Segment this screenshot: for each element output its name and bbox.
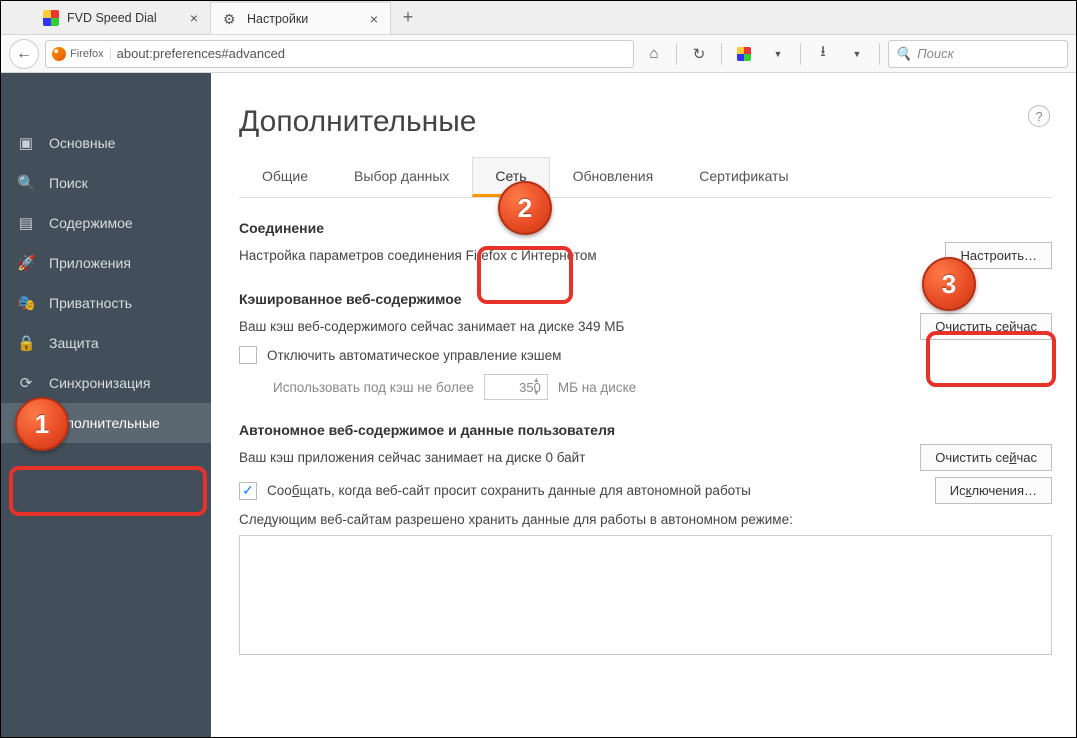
subtab-certificates[interactable]: Сертификаты bbox=[676, 157, 811, 197]
search-icon: 🔍 bbox=[895, 46, 911, 62]
help-button[interactable]: ? bbox=[1028, 105, 1050, 127]
body: ▣ Основные 🔍 Поиск ▤ Содержимое 🚀 Прилож… bbox=[1, 73, 1076, 737]
downloads-button[interactable]: ⭳ bbox=[809, 40, 837, 68]
fvd-favicon-icon bbox=[43, 10, 59, 26]
url-text: about:preferences#advanced bbox=[117, 46, 285, 61]
cache-desc: Ваш кэш веб-содержимого сейчас занимает … bbox=[239, 319, 624, 334]
sidebar-label: Основные bbox=[49, 135, 115, 151]
content-icon: ▤ bbox=[17, 214, 35, 232]
cache-limit-prefix: Использовать под кэш не более bbox=[273, 380, 474, 395]
section-offline: Автономное веб-содержимое и данные польз… bbox=[239, 422, 1052, 655]
back-button[interactable]: ← bbox=[9, 39, 39, 69]
new-tab-button[interactable]: + bbox=[391, 1, 425, 34]
firefox-icon bbox=[52, 47, 66, 61]
subtab-general[interactable]: Общие bbox=[239, 157, 331, 197]
offline-exceptions-button[interactable]: Исключения… bbox=[935, 477, 1052, 504]
notify-offline-checkbox[interactable] bbox=[239, 482, 257, 500]
offline-allowed-label: Следующим веб-сайтам разрешено хранить д… bbox=[239, 512, 1052, 527]
clear-cache-button[interactable]: Очистить сейчас bbox=[920, 313, 1052, 340]
connection-settings-button[interactable]: Настроить… bbox=[945, 242, 1052, 269]
toolbar: ← Firefox about:preferences#advanced ⌂ ↻… bbox=[1, 35, 1076, 73]
cache-limit-input[interactable]: 350 ▲▼ bbox=[484, 374, 548, 400]
sidebar-label: Защита bbox=[49, 335, 99, 351]
flask-icon: ⚗ bbox=[17, 414, 35, 432]
browser-window: FVD Speed Dial × ⚙ Настройки × + ← Firef… bbox=[0, 0, 1077, 738]
identity-badge: Firefox bbox=[52, 47, 111, 61]
reload-button[interactable]: ↻ bbox=[685, 40, 713, 68]
offline-desc: Ваш кэш приложения сейчас занимает на ди… bbox=[239, 450, 585, 465]
section-cache: Кэшированное веб-содержимое Ваш кэш веб-… bbox=[239, 291, 1052, 400]
spinner-icon[interactable]: ▲▼ bbox=[533, 377, 545, 397]
notify-offline-label: Сообщать, когда веб-сайт просит сохранит… bbox=[267, 483, 751, 498]
offline-title: Автономное веб-содержимое и данные польз… bbox=[239, 422, 1052, 438]
general-icon: ▣ bbox=[17, 134, 35, 152]
subtab-updates[interactable]: Обновления bbox=[550, 157, 677, 197]
tab-close-icon[interactable]: × bbox=[190, 10, 198, 26]
sidebar-item-privacy[interactable]: 🎭 Приватность bbox=[1, 283, 211, 323]
subtab-network[interactable]: Сеть bbox=[472, 157, 549, 197]
tab-label: FVD Speed Dial bbox=[67, 11, 157, 25]
search-bar[interactable]: 🔍 Поиск bbox=[888, 40, 1068, 68]
tab-close-icon[interactable]: × bbox=[370, 11, 378, 27]
offline-sites-listbox[interactable] bbox=[239, 535, 1052, 655]
search-placeholder: Поиск bbox=[917, 46, 954, 61]
sidebar-item-advanced[interactable]: ⚗ Дополнительные bbox=[1, 403, 211, 443]
override-cache-label: Отключить автоматическое управление кэше… bbox=[267, 348, 561, 363]
sidebar-label: Содержимое bbox=[49, 215, 133, 231]
home-button[interactable]: ⌂ bbox=[640, 40, 668, 68]
extension-fvd-icon[interactable] bbox=[730, 40, 758, 68]
override-cache-checkbox[interactable] bbox=[239, 346, 257, 364]
extension-dropdown-icon[interactable]: ▼ bbox=[764, 40, 792, 68]
connection-title: Соединение bbox=[239, 220, 1052, 236]
section-connection: Соединение Настройка параметров соединен… bbox=[239, 220, 1052, 269]
tab-label: Настройки bbox=[247, 12, 308, 26]
rocket-icon: 🚀 bbox=[17, 254, 35, 272]
toolbar-separator bbox=[879, 43, 880, 65]
cache-title: Кэшированное веб-содержимое bbox=[239, 291, 1052, 307]
preferences-sidebar: ▣ Основные 🔍 Поиск ▤ Содержимое 🚀 Прилож… bbox=[1, 73, 211, 737]
sidebar-item-general[interactable]: ▣ Основные bbox=[1, 123, 211, 163]
sidebar-label: Поиск bbox=[49, 175, 88, 191]
toolbar-separator bbox=[721, 43, 722, 65]
sidebar-item-content[interactable]: ▤ Содержимое bbox=[1, 203, 211, 243]
sidebar-item-search[interactable]: 🔍 Поиск bbox=[1, 163, 211, 203]
sidebar-label: Приложения bbox=[49, 255, 131, 271]
cache-limit-suffix: МБ на диске bbox=[558, 380, 636, 395]
downloads-dropdown-icon[interactable]: ▼ bbox=[843, 40, 871, 68]
subtab-data-choices[interactable]: Выбор данных bbox=[331, 157, 472, 197]
sidebar-label: Приватность bbox=[49, 295, 132, 311]
connection-desc: Настройка параметров соединения Firefox … bbox=[239, 248, 597, 263]
tab-settings[interactable]: ⚙ Настройки × bbox=[211, 1, 391, 34]
lock-icon: 🔒 bbox=[17, 334, 35, 352]
page-title: Дополнительные bbox=[239, 105, 1052, 139]
tab-fvd-speed-dial[interactable]: FVD Speed Dial × bbox=[31, 1, 211, 34]
sidebar-label: Дополнительные bbox=[49, 415, 160, 431]
search-icon: 🔍 bbox=[17, 174, 35, 192]
toolbar-separator bbox=[800, 43, 801, 65]
preferences-content: Дополнительные ? Общие Выбор данных Сеть… bbox=[211, 73, 1076, 737]
sidebar-item-sync[interactable]: ⟳ Синхронизация bbox=[1, 363, 211, 403]
toolbar-separator bbox=[676, 43, 677, 65]
mask-icon: 🎭 bbox=[17, 294, 35, 312]
url-bar[interactable]: Firefox about:preferences#advanced bbox=[45, 40, 634, 68]
sync-icon: ⟳ bbox=[17, 374, 35, 392]
sidebar-item-security[interactable]: 🔒 Защита bbox=[1, 323, 211, 363]
sidebar-label: Синхронизация bbox=[49, 375, 150, 391]
clear-offline-button[interactable]: Очистить сейчас bbox=[920, 444, 1052, 471]
identity-label: Firefox bbox=[70, 48, 104, 60]
gear-icon: ⚙ bbox=[223, 11, 239, 27]
advanced-subtabs: Общие Выбор данных Сеть Обновления Серти… bbox=[239, 157, 1052, 198]
sidebar-item-applications[interactable]: 🚀 Приложения bbox=[1, 243, 211, 283]
tab-strip: FVD Speed Dial × ⚙ Настройки × + bbox=[1, 1, 1076, 35]
